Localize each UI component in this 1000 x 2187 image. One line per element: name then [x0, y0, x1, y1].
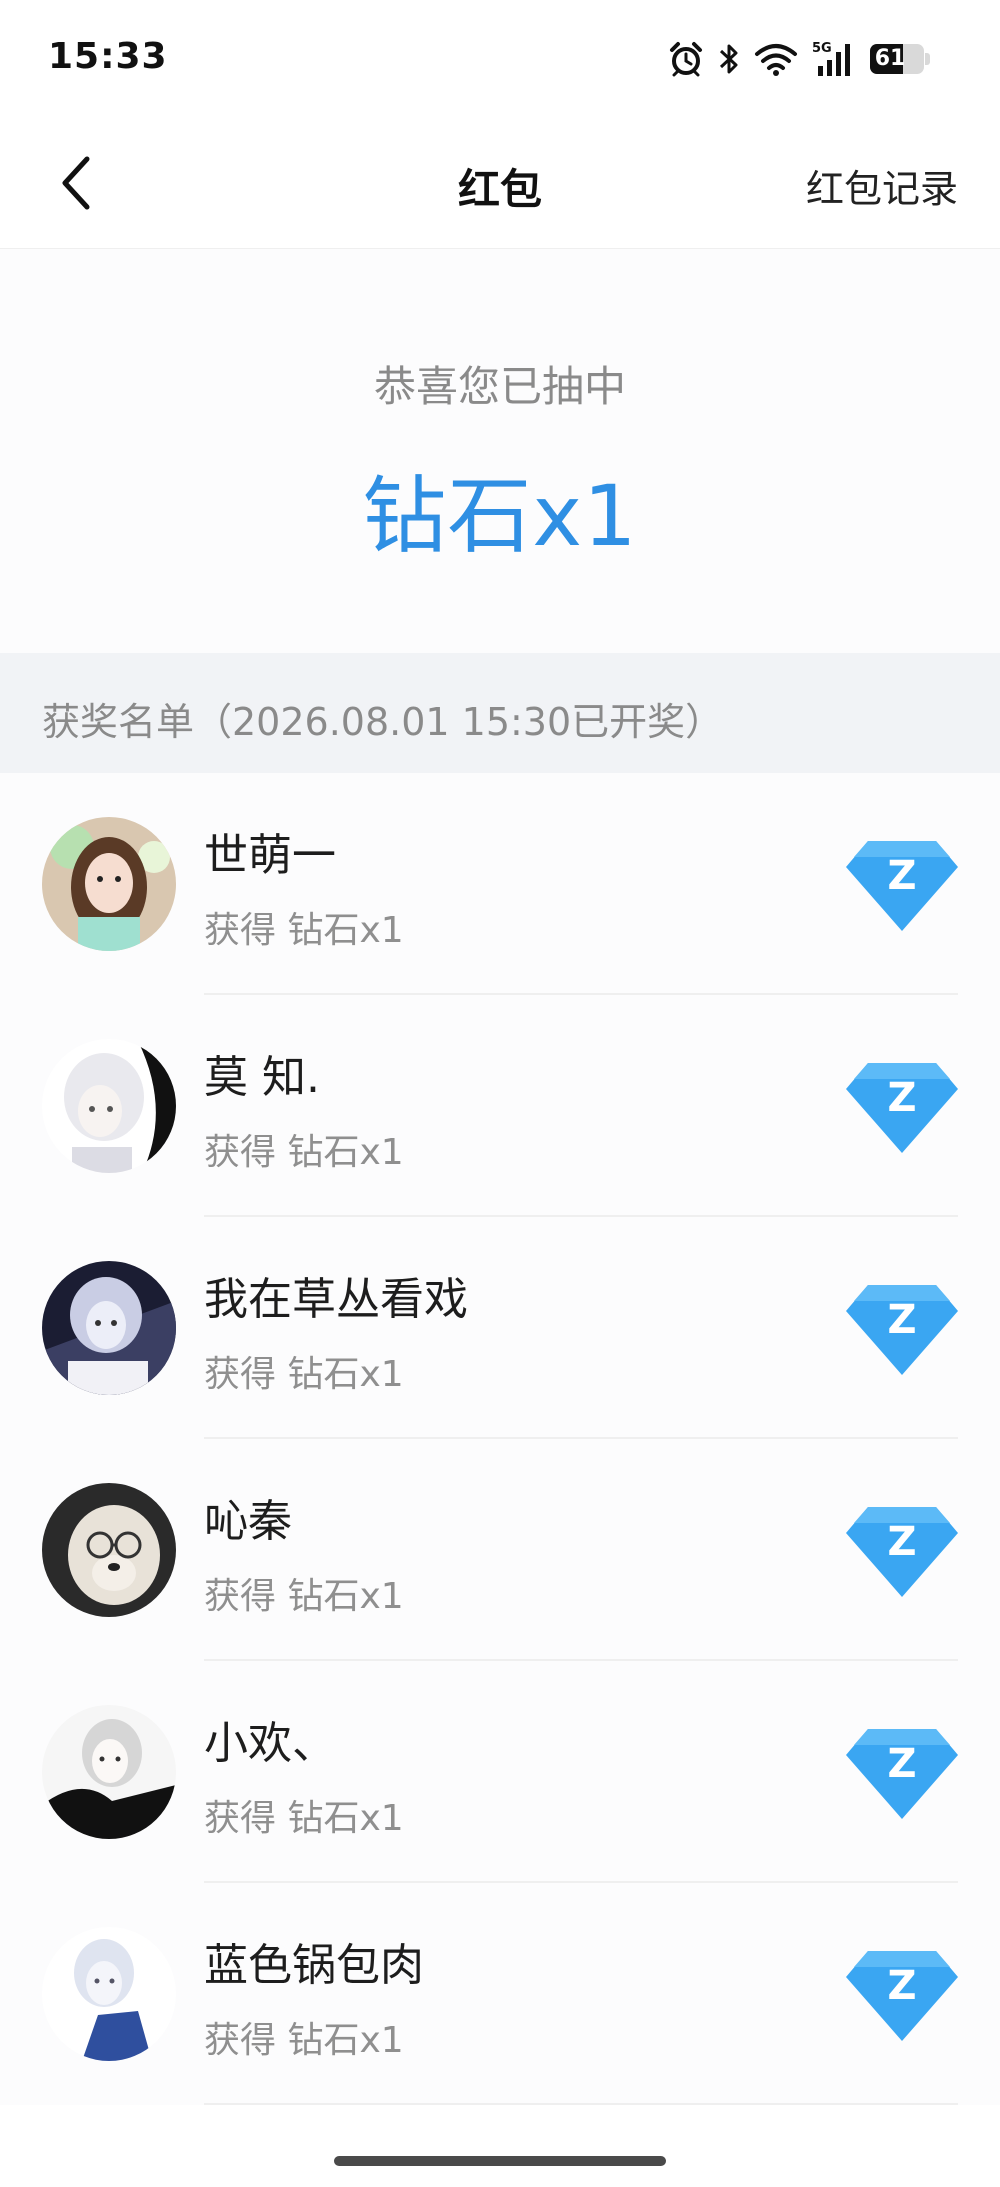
diamond-letter: Z [887, 1519, 916, 1565]
diamond-icon: Z [846, 841, 958, 931]
diamond-icon: Z [846, 1285, 958, 1375]
diamond-icon: Z [846, 1507, 958, 1597]
diamond-letter: Z [887, 1741, 916, 1787]
avatar[interactable] [42, 1039, 176, 1173]
winner-name: 莫 知. [204, 1052, 320, 1103]
status-bar: 15:33 5G 61 [0, 0, 1000, 120]
winner-name: 小欢、 [204, 1718, 336, 1769]
winner-prize: 获得 钻石x1 [204, 1576, 404, 1617]
winner-prize: 获得 钻石x1 [204, 1798, 404, 1839]
avatar[interactable] [42, 1261, 176, 1395]
diamond-letter: Z [887, 1963, 916, 2009]
network-label: 5G [812, 41, 832, 56]
winner-name: 世萌一 [204, 830, 336, 881]
winners-header-text: 获奖名单（2026.08.01 15:30已开奖） [42, 700, 724, 744]
alarm-icon [670, 42, 702, 77]
bluetooth-icon [719, 44, 738, 74]
diamond-icon: Z [846, 1729, 958, 1819]
prize-caption: 恭喜您已抽中 [373, 362, 626, 411]
winner-prize: 获得 钻石x1 [204, 910, 404, 951]
avatar[interactable] [42, 1483, 176, 1617]
winner-row[interactable]: 我在草丛看戏 获得 钻石x1 Z [0, 1217, 1000, 1439]
diamond-letter: Z [887, 1297, 916, 1343]
status-icons: 5G 61 [668, 40, 930, 78]
winner-prize: 获得 钻石x1 [204, 2020, 404, 2061]
winner-row[interactable]: 小欢、 获得 钻石x1 Z [0, 1661, 1000, 1883]
home-indicator[interactable] [334, 2156, 666, 2166]
avatar[interactable] [42, 1705, 176, 1839]
winner-row[interactable]: 莫 知. 获得 钻石x1 Z [0, 995, 1000, 1217]
status-time: 15:33 [48, 36, 168, 77]
winners-header: 获奖名单（2026.08.01 15:30已开奖） [0, 653, 1000, 773]
winner-row[interactable]: 蓝色锅包肉 获得 钻石x1 Z [0, 1883, 1000, 2105]
prize-value: 钻石x1 [362, 467, 638, 565]
red-packet-records-link[interactable]: 红包记录 [806, 158, 958, 213]
wifi-icon [755, 44, 797, 76]
diamond-letter: Z [887, 1075, 916, 1121]
winner-list: 世萌一 获得 钻石x1 Z 莫 知. 获得 钻石x1 Z 我在草丛看戏 获得 钻… [0, 773, 1000, 2105]
diamond-icon: Z [846, 1951, 958, 2041]
winner-row[interactable]: 吣秦 获得 钻石x1 Z [0, 1439, 1000, 1661]
diamond-icon: Z [846, 1063, 958, 1153]
winner-name: 我在草丛看戏 [204, 1274, 468, 1325]
avatar[interactable] [42, 817, 176, 951]
signal-5g-icon: 5G [812, 41, 850, 76]
winner-prize: 获得 钻石x1 [204, 1354, 404, 1395]
winner-name: 吣秦 [204, 1496, 292, 1547]
winner-row[interactable]: 世萌一 获得 钻石x1 Z [0, 773, 1000, 995]
nav-bar: 红包 红包记录 [0, 120, 1000, 249]
diamond-letter: Z [887, 853, 916, 899]
winner-name: 蓝色锅包肉 [204, 1940, 424, 1991]
row-divider [204, 2103, 958, 2105]
avatar[interactable] [42, 1927, 176, 2061]
battery-level-text: 61 [874, 46, 906, 71]
prize-section: 恭喜您已抽中 钻石x1 [0, 249, 1000, 653]
battery-indicator: 61 [870, 44, 930, 74]
winner-prize: 获得 钻石x1 [204, 1132, 404, 1173]
